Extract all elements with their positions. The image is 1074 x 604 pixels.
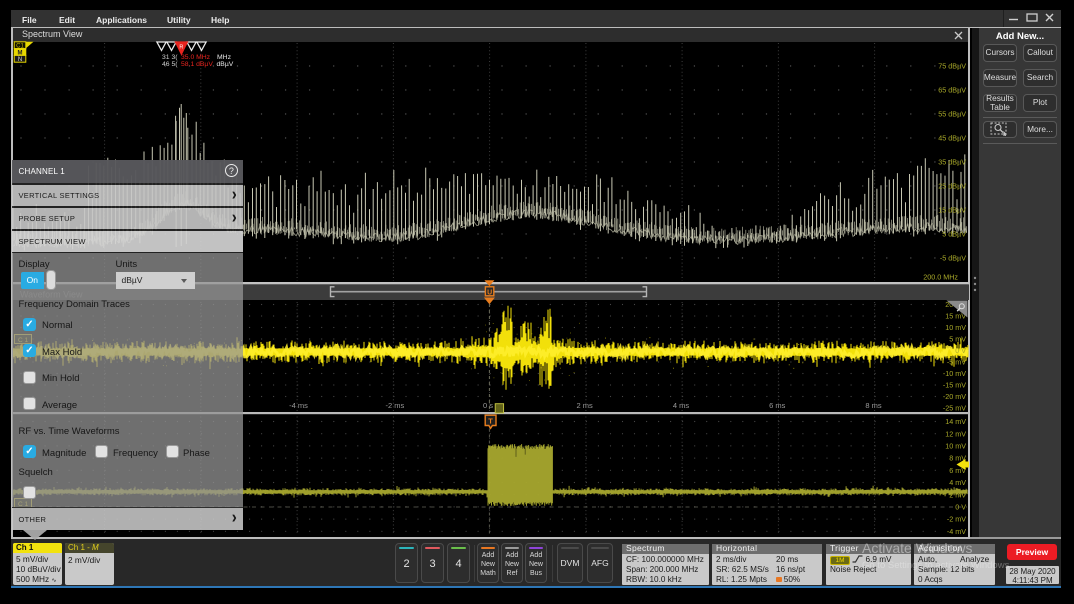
svg-text:5 dBµV: 5 dBµV (942, 230, 966, 239)
svg-text:31 3(: 31 3( (162, 54, 178, 61)
svg-text:-4 mV: -4 mV (947, 527, 966, 536)
svg-text:4 ms: 4 ms (673, 401, 690, 410)
svg-text:-25 mV: -25 mV (943, 404, 966, 413)
svg-text:R: R (179, 44, 183, 50)
svg-text:8 ms: 8 ms (865, 401, 882, 410)
svg-text:14 mV: 14 mV (945, 417, 966, 426)
svg-text:45 dBµV: 45 dBµV (938, 134, 966, 143)
svg-text:N: N (18, 57, 22, 63)
svg-text:-15 mV: -15 mV (943, 381, 966, 390)
svg-text:-5 dBµV: -5 dBµV (940, 254, 966, 263)
svg-text:-4 ms: -4 ms (289, 401, 308, 410)
svg-text:dBµV: dBµV (217, 61, 234, 68)
svg-text:35 dBµV: 35 dBµV (938, 158, 966, 167)
svg-text:-20 mV: -20 mV (943, 392, 966, 401)
svg-text:55 dBµV: 55 dBµV (938, 110, 966, 119)
svg-text:10 mV: 10 mV (945, 323, 966, 332)
svg-text:U: U (487, 289, 492, 296)
svg-text:T: T (488, 417, 493, 426)
svg-text:0 s: 0 s (483, 401, 493, 410)
svg-text:2 mV: 2 mV (949, 490, 966, 499)
svg-text:10 mV: 10 mV (945, 442, 966, 451)
svg-text:-10 mV: -10 mV (943, 369, 966, 378)
svg-text:-5 mV: -5 mV (947, 358, 966, 367)
svg-text:35.0 MHz: 35.0 MHz (181, 54, 211, 61)
svg-text:-2 ms: -2 ms (386, 401, 405, 410)
svg-text:0 V: 0 V (955, 503, 966, 512)
svg-text:25 dBµV: 25 dBµV (938, 182, 966, 191)
svg-text:6 ms: 6 ms (769, 401, 786, 410)
svg-text:MHz: MHz (217, 54, 232, 61)
svg-text:5 mV: 5 mV (949, 335, 966, 344)
svg-text:65 dBµV: 65 dBµV (938, 86, 966, 95)
svg-text:-2 mV: -2 mV (947, 515, 966, 524)
svg-text:15 dBµV: 15 dBµV (938, 206, 966, 215)
svg-text:200.0 MHz: 200.0 MHz (923, 273, 958, 282)
svg-text:0 V: 0 V (955, 346, 966, 355)
svg-text:2 ms: 2 ms (576, 401, 593, 410)
svg-text:4 mV: 4 mV (949, 478, 966, 487)
svg-text:75 dBµV: 75 dBµV (938, 62, 966, 71)
svg-text:46 5(: 46 5( (162, 61, 178, 68)
svg-text:58.1 dBµV: 58.1 dBµV (181, 61, 213, 68)
svg-text:12 mV: 12 mV (945, 429, 966, 438)
